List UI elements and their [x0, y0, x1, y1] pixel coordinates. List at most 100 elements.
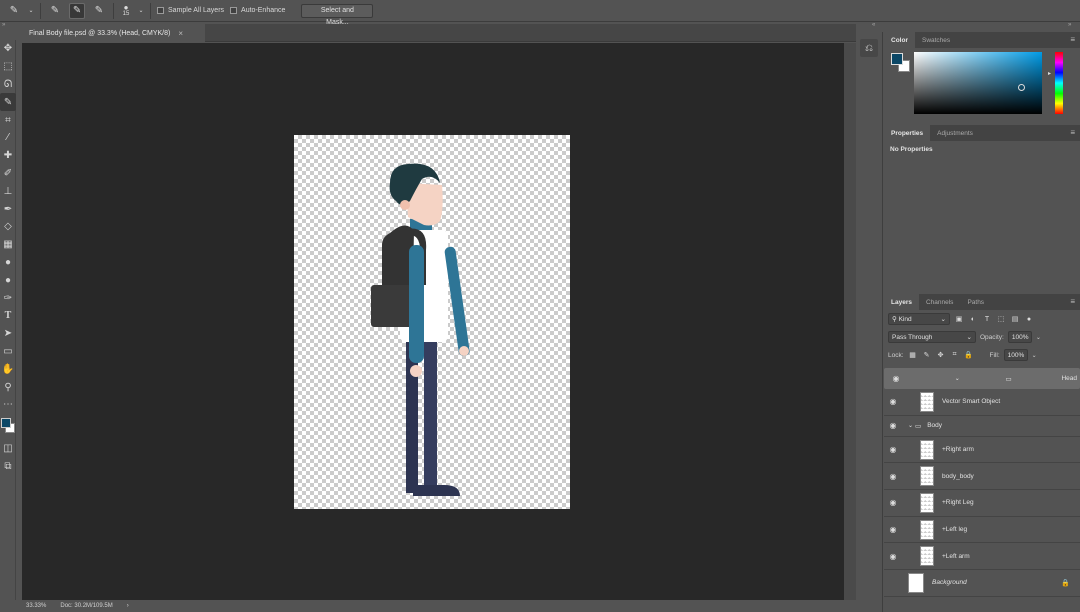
color-picker-ring-icon[interactable] — [1018, 84, 1025, 91]
fill-input[interactable]: 100% — [1003, 349, 1028, 361]
history-panel-icon[interactable]: ⎌ — [860, 39, 878, 57]
close-icon[interactable]: × — [178, 29, 183, 38]
shape-filter-icon[interactable]: ⬚ — [996, 314, 1006, 324]
tab-swatches[interactable]: Swatches — [915, 32, 957, 48]
hue-slider[interactable] — [1055, 52, 1063, 114]
tab-color[interactable]: Color — [884, 32, 915, 48]
tab-paths[interactable]: Paths — [960, 294, 991, 310]
quick-selection-tool-icon[interactable]: ✎ — [0, 93, 16, 112]
opacity-input[interactable]: 100% — [1007, 331, 1032, 343]
chevron-down-icon[interactable]: ⌄ — [138, 3, 144, 19]
adjustment-filter-icon[interactable]: ◐ — [968, 314, 978, 324]
visibility-eye-icon[interactable]: ◉ — [887, 374, 905, 383]
hand-tool-icon[interactable]: ✋ — [0, 360, 16, 378]
pen-tool-icon[interactable]: ✑ — [0, 289, 16, 307]
new-selection-icon[interactable]: ✎ — [47, 3, 63, 19]
document-tab[interactable]: Final Body file.psd @ 33.3% (Head, CMYK/… — [22, 24, 205, 42]
sample-all-layers-checkbox[interactable]: Sample All Layers — [157, 7, 224, 14]
quick-selection-preset-icon[interactable]: ✎ — [6, 3, 22, 19]
tab-adjustments[interactable]: Adjustments — [930, 125, 980, 141]
quick-mask-icon[interactable]: ◫ — [0, 440, 16, 458]
visibility-eye-icon[interactable]: ◉ — [884, 525, 902, 534]
hue-slider-arrow-icon[interactable]: ▸ — [1048, 70, 1051, 77]
healing-brush-tool-icon[interactable]: ✚ — [0, 147, 16, 165]
path-selection-tool-icon[interactable]: ➤ — [0, 325, 16, 343]
more-tools-icon[interactable]: ⋯ — [0, 396, 16, 414]
brush-tool-icon[interactable]: ✐ — [0, 165, 16, 183]
tab-properties[interactable]: Properties — [884, 125, 931, 141]
visibility-eye-icon[interactable]: ◉ — [884, 552, 902, 561]
layer-row-left-arm[interactable]: ◉ +Left arm — [884, 543, 1080, 571]
layer-row-background[interactable]: Background 🔒 — [884, 570, 1080, 597]
history-brush-tool-icon[interactable]: ✒ — [0, 200, 16, 218]
color-field[interactable] — [914, 52, 1042, 114]
collapse-arrows-icon[interactable]: » — [1068, 22, 1071, 30]
dodge-tool-icon[interactable]: ● — [0, 271, 16, 289]
layers-list: ◉ ⌄ ▭ Head ◉ Vector Smart Object ◉ ⌄ ▭ B… — [884, 368, 1080, 597]
layer-row-left-leg[interactable]: ◉ +Left leg — [884, 517, 1080, 544]
layer-row-right-arm[interactable]: ◉ +Right arm — [884, 437, 1080, 464]
visibility-eye-icon[interactable]: ◉ — [884, 421, 902, 430]
brush-size-picker[interactable]: ● 15 — [120, 3, 132, 18]
eyedropper-tool-icon[interactable]: ⁄ — [0, 129, 16, 147]
filter-toggle-icon[interactable]: ● — [1024, 314, 1034, 324]
checkbox-box[interactable] — [157, 7, 164, 14]
lock-position-icon[interactable]: ✥ — [936, 350, 946, 360]
chevron-down-icon[interactable]: ⌄ — [28, 3, 34, 19]
auto-enhance-checkbox[interactable]: Auto-Enhance — [230, 7, 285, 14]
lock-image-icon[interactable]: ✎ — [922, 350, 932, 360]
add-to-selection-icon[interactable]: ✎ — [69, 2, 85, 19]
vertical-scrollbar[interactable] — [844, 43, 856, 600]
visibility-eye-icon[interactable]: ◉ — [884, 472, 902, 481]
smart-object-filter-icon[interactable]: ▤ — [1010, 314, 1020, 324]
blend-mode-select[interactable]: Pass Through ⌄ — [888, 331, 976, 343]
document-canvas[interactable] — [294, 135, 570, 509]
rectangle-tool-icon[interactable]: ▭ — [0, 343, 16, 361]
chevron-down-icon[interactable]: ⌄ — [908, 422, 913, 429]
marquee-tool-icon[interactable]: ⬚ — [0, 58, 16, 76]
layer-row-vector-smart-object[interactable]: ◉ Vector Smart Object — [884, 389, 1080, 416]
screen-mode-icon[interactable]: ⧉ — [0, 458, 16, 476]
collapse-arrows-icon[interactable]: » — [2, 22, 5, 30]
lock-artboard-icon[interactable]: ⌗ — [950, 350, 960, 360]
eraser-tool-icon[interactable]: ◇ — [0, 218, 16, 236]
tab-channels[interactable]: Channels — [919, 294, 960, 310]
auto-enhance-label: Auto-Enhance — [241, 7, 286, 14]
select-and-mask-button[interactable]: Select and Mask... — [301, 3, 374, 26]
filter-kind-select[interactable]: ⚲ Kind ⌄ — [888, 313, 950, 325]
lock-pixels-icon[interactable]: ▦ — [908, 350, 918, 360]
panel-menu-icon[interactable]: ≡ — [1070, 35, 1075, 44]
panel-menu-icon[interactable]: ≡ — [1070, 128, 1075, 137]
visibility-eye-icon[interactable]: ◉ — [884, 445, 902, 454]
blur-tool-icon[interactable]: ● — [0, 254, 16, 272]
foreground-color-swatch[interactable] — [1, 417, 11, 428]
pixel-filter-icon[interactable]: ▣ — [954, 314, 964, 324]
collapse-arrows-icon[interactable]: « — [872, 22, 875, 30]
layer-row-body[interactable]: ◉ ⌄ ▭ Body — [884, 416, 1080, 437]
foreground-color-swatch[interactable] — [891, 53, 903, 65]
type-filter-icon[interactable]: T — [982, 314, 992, 324]
gradient-tool-icon[interactable]: ▦ — [0, 236, 16, 254]
chevron-down-icon[interactable]: ⌄ — [1032, 352, 1037, 359]
visibility-eye-icon[interactable]: ◉ — [884, 397, 902, 406]
lasso-tool-icon[interactable]: ᘏ — [0, 76, 16, 94]
visibility-eye-icon[interactable]: ◉ — [884, 498, 902, 507]
subtract-from-selection-icon[interactable]: ✎ — [91, 3, 107, 19]
canvas-area[interactable] — [22, 43, 844, 600]
crop-tool-icon[interactable]: ⌗ — [0, 111, 16, 129]
zoom-level[interactable]: 33.33% — [26, 603, 46, 609]
status-menu-arrow-icon[interactable]: › — [127, 603, 129, 609]
tab-layers[interactable]: Layers — [884, 294, 919, 310]
chevron-down-icon[interactable]: ⌄ — [955, 375, 960, 382]
zoom-tool-icon[interactable]: ⚲ — [0, 378, 16, 396]
checkbox-box[interactable] — [230, 7, 238, 14]
layer-row-right-leg[interactable]: ◉ +Right Leg — [884, 490, 1080, 517]
layer-row-head[interactable]: ◉ ⌄ ▭ Head — [884, 368, 1080, 389]
clone-stamp-tool-icon[interactable]: ⊥ — [0, 182, 16, 200]
layer-row-body-body[interactable]: ◉ body_body — [884, 463, 1080, 491]
move-tool-icon[interactable]: ✥ — [0, 40, 16, 58]
lock-all-icon[interactable]: 🔒 — [964, 350, 974, 360]
panel-menu-icon[interactable]: ≡ — [1070, 297, 1075, 306]
type-tool-icon[interactable]: T — [0, 307, 16, 325]
chevron-down-icon[interactable]: ⌄ — [1036, 334, 1041, 341]
